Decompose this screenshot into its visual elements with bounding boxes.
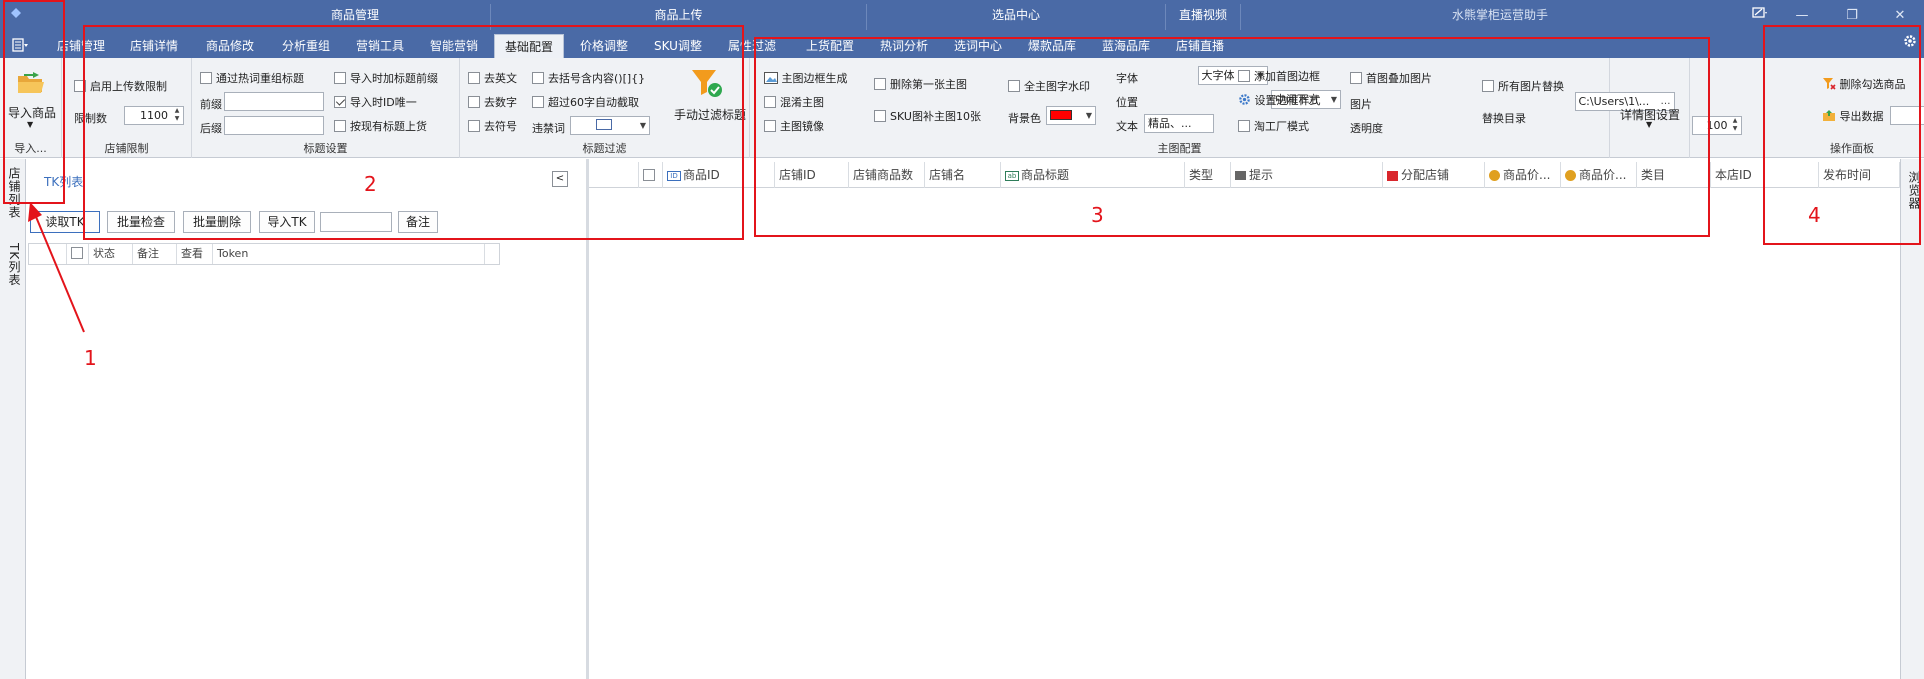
annotation-box-4 [1763,25,1921,245]
annotation-number-3: 3 [1091,203,1104,227]
app-title: 水熊掌柜运营助手 [1451,8,1548,22]
close-icon[interactable]: ✕ [1890,6,1910,26]
skin-icon[interactable] [1750,6,1770,26]
group-live-video: 直播视频 [1178,8,1227,22]
annotation-arrow [28,202,85,333]
product-grid: ID 商品ID 店铺ID 店铺商品数 店铺名 ab 商品标题 类型 提示 分配店铺 … [589,159,1900,679]
minimize-icon[interactable]: — [1792,6,1812,26]
col-token[interactable]: Token [213,244,485,264]
annotation-number-2: 2 [364,172,377,196]
col-note[interactable]: 备注 [133,244,177,264]
annotation-box-2 [83,25,744,240]
annotation-number-1: 1 [84,346,97,370]
group-selection-center: 选品中心 [991,8,1040,22]
restore-icon[interactable]: ❐ [1842,6,1862,26]
annotation-number-4: 4 [1808,203,1821,227]
col-view[interactable]: 查看 [177,244,213,264]
annotation-box-3 [754,37,1710,237]
